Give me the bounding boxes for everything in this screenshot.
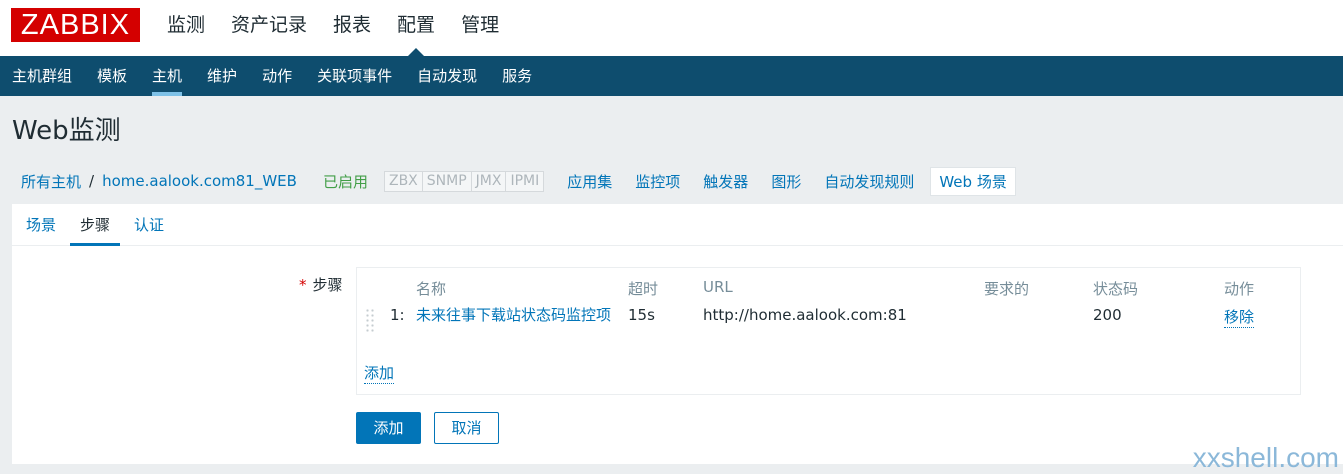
sub-menu: 主机群组 模板 主机 维护 动作 关联项事件 自动发现 服务 — [0, 56, 1343, 96]
availability-indicators: ZBX SNMP JMX IPMI — [383, 170, 545, 192]
cancel-button[interactable]: 取消 — [434, 412, 499, 444]
form-tabs: 场景 步骤 认证 — [12, 204, 1343, 246]
breadcrumb-all-hosts[interactable]: 所有主机 — [21, 171, 81, 192]
col-header-action: 动作 — [1224, 280, 1255, 298]
menu-administration[interactable]: 管理 — [448, 0, 512, 56]
add-button[interactable]: 添加 — [356, 412, 421, 444]
col-header-timeout: 超时 — [628, 280, 659, 298]
breadcrumb-separator: / — [89, 172, 95, 190]
breadcrumb-host-name[interactable]: home.aalook.com81_WEB — [102, 172, 297, 190]
submenu-templates[interactable]: 模板 — [85, 56, 140, 96]
host-tab-applications[interactable]: 应用集 — [567, 171, 612, 192]
add-step-link[interactable]: 添加 — [364, 362, 395, 384]
submenu-maintenance[interactable]: 维护 — [195, 56, 250, 96]
steps-table: 名称 超时 URL 要求的 状态码 动作 1: 未来往事下载站状态码监控项 15… — [356, 267, 1301, 395]
drag-handle-icon[interactable] — [365, 308, 375, 334]
zabbix-logo[interactable]: ZABBIX — [11, 8, 140, 42]
menu-inventory[interactable]: 资产记录 — [218, 0, 320, 56]
step-index: 1: — [390, 306, 405, 324]
submenu-services[interactable]: 服务 — [490, 56, 545, 96]
steps-label-text: 步骤 — [312, 276, 343, 294]
page-title: Web监测 — [12, 116, 121, 146]
menu-configuration[interactable]: 配置 — [384, 0, 448, 56]
submenu-hosts[interactable]: 主机 — [140, 56, 195, 96]
availability-snmp: SNMP — [422, 171, 472, 191]
step-timeout: 15s — [628, 306, 655, 324]
step-remove-link[interactable]: 移除 — [1224, 306, 1255, 328]
submenu-event-correlation[interactable]: 关联项事件 — [305, 56, 405, 96]
availability-zbx: ZBX — [384, 171, 423, 191]
tab-authentication[interactable]: 认证 — [124, 204, 174, 245]
submenu-host-groups[interactable]: 主机群组 — [0, 56, 85, 96]
submenu-discovery[interactable]: 自动发现 — [405, 56, 490, 96]
main-menu: 监测 资产记录 报表 配置 管理 — [154, 0, 512, 56]
submenu-actions[interactable]: 动作 — [250, 56, 305, 96]
host-tab-triggers[interactable]: 触发器 — [703, 171, 748, 192]
col-header-name: 名称 — [416, 280, 447, 298]
tab-steps[interactable]: 步骤 — [70, 204, 121, 246]
menu-reports[interactable]: 报表 — [320, 0, 384, 56]
site-watermark: xxshell.com — [1192, 442, 1339, 473]
availability-jmx: JMX — [471, 171, 507, 191]
tab-scenario[interactable]: 场景 — [16, 204, 66, 245]
col-header-status-code: 状态码 — [1093, 280, 1139, 298]
step-status-code: 200 — [1093, 306, 1122, 324]
host-breadcrumb-bar: 所有主机 / home.aalook.com81_WEB 已启用 ZBX SNM… — [0, 158, 1343, 204]
host-tab-discovery-rules[interactable]: 自动发现规则 — [824, 171, 914, 192]
required-mark: * — [299, 276, 307, 294]
steps-field-label: * 步骤 — [299, 274, 343, 295]
host-tab-web-scenarios[interactable]: Web 场景 — [930, 166, 1016, 196]
host-tab-items[interactable]: 监控项 — [635, 171, 680, 192]
availability-ipmi: IPMI — [506, 171, 544, 191]
col-header-required: 要求的 — [984, 280, 1030, 298]
host-status-enabled[interactable]: 已启用 — [323, 171, 368, 192]
top-header: ZABBIX 监测 资产记录 报表 配置 管理 — [0, 0, 1343, 56]
host-tab-graphs[interactable]: 图形 — [771, 171, 801, 192]
web-scenario-form: 场景 步骤 认证 * 步骤 名称 超时 URL 要求的 状态码 动作 1: 未来往… — [12, 204, 1343, 464]
menu-monitoring[interactable]: 监测 — [154, 0, 218, 56]
col-header-url: URL — [703, 278, 733, 296]
step-url: http://home.aalook.com:81 — [703, 306, 907, 324]
step-name-link[interactable]: 未来往事下载站状态码监控项 — [416, 305, 626, 326]
